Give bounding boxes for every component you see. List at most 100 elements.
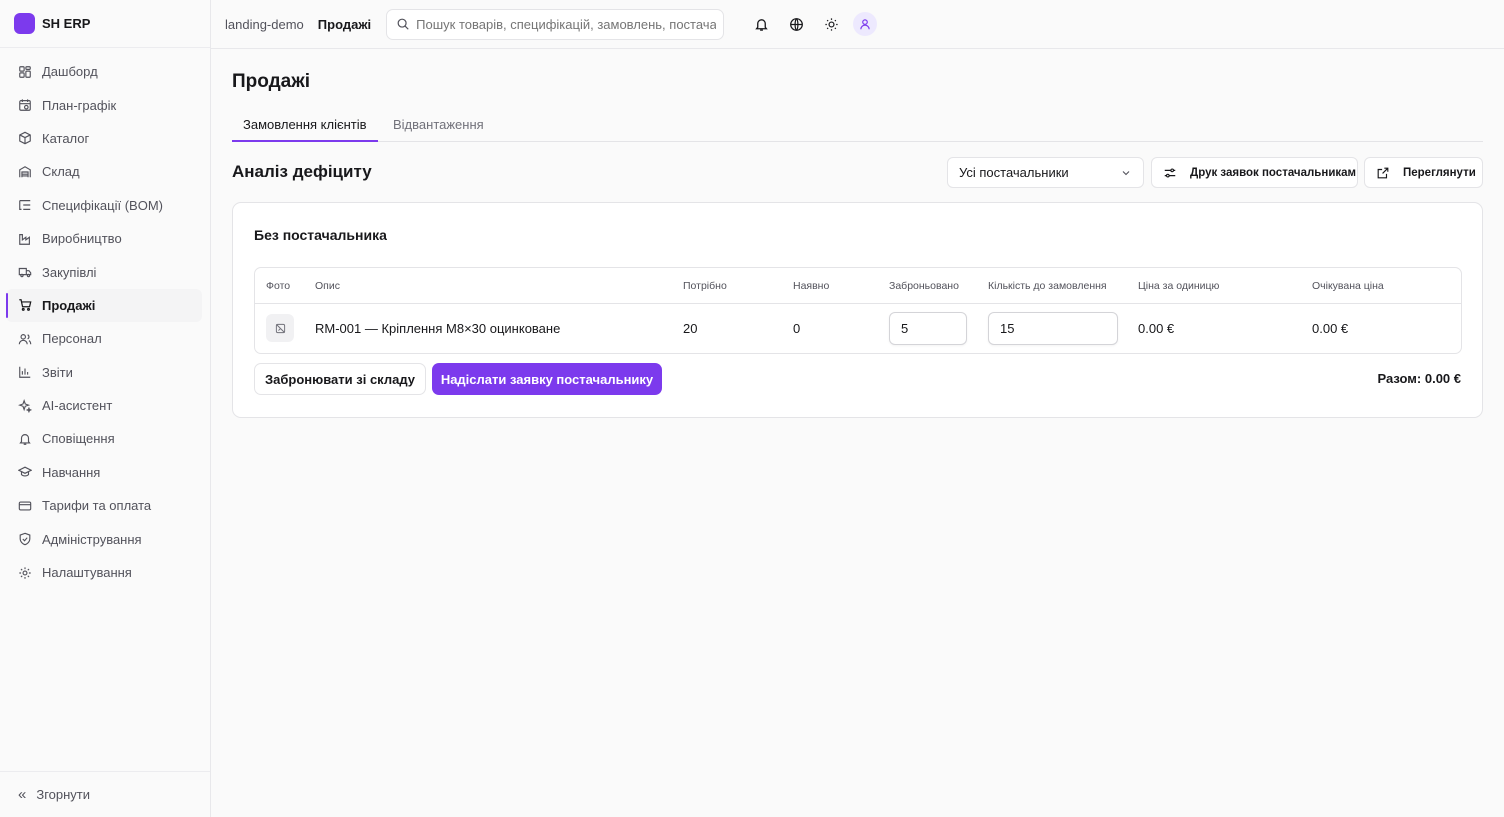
sidebar-item-label: Адміністрування (42, 531, 142, 547)
sidebar-item-reports[interactable]: Звіти (0, 356, 210, 389)
column-header-order-qty: Кількість до замовлення (988, 280, 1107, 292)
sidebar-item-sales[interactable]: Продажі (6, 288, 202, 323)
column-header-reserved: Заброньовано (889, 280, 959, 292)
topbar: landing-demo Продажі (211, 0, 1504, 49)
item-available: 0 (793, 321, 801, 336)
sidebar-nav: Дашборд План-графік Каталог Склад Специф… (0, 55, 210, 589)
supplier-select[interactable]: Усі постачальники (947, 157, 1144, 188)
sidebar-item-label: Звіти (42, 364, 73, 380)
table-row: RM-001 — Кріплення М8×30 оцинковане 20 0… (255, 304, 1461, 354)
topbar-actions (744, 11, 878, 37)
sidebar-item-dashboard[interactable]: Дашборд (0, 55, 210, 88)
bell-icon (18, 432, 32, 446)
sidebar-item-label: Виробництво (42, 231, 122, 247)
sidebar-item-schedule[interactable]: План-графік (0, 88, 210, 121)
column-header-needed: Потрібно (683, 280, 727, 292)
sidebar-item-label: Налаштування (42, 565, 132, 581)
sidebar-item-label: Каталог (42, 130, 90, 146)
tab-shipments[interactable]: Відвантаження (393, 107, 484, 142)
sidebar-item-label: Дашборд (42, 64, 98, 80)
item-expected-price: 0.00 € (1312, 321, 1349, 336)
sidebar-item-warehouse[interactable]: Склад (0, 155, 210, 188)
send-supplier-request-button[interactable]: Надіслати заявку постачальнику (432, 363, 662, 395)
column-header-available: Наявно (793, 280, 830, 292)
sidebar-item-catalog[interactable]: Каталог (0, 122, 210, 155)
collapse-label: Згорнути (36, 787, 91, 802)
order-quantity-input[interactable] (988, 312, 1118, 345)
group-title: Без постачальника (254, 227, 387, 243)
chevrons-left-icon: « (18, 786, 27, 803)
truck-icon (18, 265, 32, 279)
warehouse-icon (18, 165, 32, 179)
brand-logo (14, 13, 35, 34)
sidebar-item-purchasing[interactable]: Закупівлі (0, 255, 210, 288)
gear-icon (18, 566, 32, 580)
sidebar-item-notifications[interactable]: Сповіщення (0, 422, 210, 455)
notifications-button[interactable] (744, 11, 779, 37)
shield-check-icon (18, 532, 32, 546)
search-box[interactable] (386, 8, 725, 40)
sidebar-item-production[interactable]: Виробництво (0, 222, 210, 255)
sidebar-item-ai-assistant[interactable]: AI-асистент (0, 389, 210, 422)
tabs: Замовлення клієнтів Відвантаження (232, 107, 1483, 142)
sidebar-item-bom[interactable]: Специфікації (BOM) (0, 189, 210, 222)
product-photo-placeholder (266, 314, 294, 342)
sidebar-item-staff[interactable]: Персонал (0, 322, 210, 355)
sidebar-item-label: Сповіщення (42, 431, 115, 447)
sidebar-item-label: Персонал (42, 331, 102, 347)
item-unit-price: 0.00 € (1138, 321, 1175, 336)
sun-icon (825, 17, 838, 31)
column-header-photo: Фото (266, 280, 291, 292)
search-input[interactable] (416, 16, 717, 32)
reserve-from-stock-button[interactable]: Забронювати зі складу (254, 363, 426, 395)
sliders-icon (1164, 167, 1176, 178)
brand[interactable]: SH ERP (0, 0, 210, 48)
sidebar-item-label: План-графік (42, 97, 117, 113)
view-button-label: Переглянути (1403, 166, 1476, 179)
sidebar-item-label: Закупівлі (42, 264, 97, 280)
external-link-icon (1377, 167, 1389, 178)
sidebar-item-settings[interactable]: Налаштування (0, 556, 210, 589)
breadcrumb-section: Продажі (317, 16, 372, 32)
page-title: Продажі (232, 71, 310, 92)
sidebar-item-label: Тарифи та оплата (42, 498, 152, 514)
dashboard-icon (18, 65, 32, 79)
factory-icon (18, 232, 32, 246)
column-header-description: Опис (315, 280, 340, 292)
user-icon (860, 19, 870, 30)
sparkles-icon (18, 398, 32, 413)
cart-icon (18, 298, 32, 312)
theme-toggle-button[interactable] (814, 11, 849, 37)
group-total: Разом: 0.00 € (1377, 371, 1462, 386)
collapse-sidebar-button[interactable]: « Згорнути (0, 771, 210, 817)
sidebar-item-billing[interactable]: Тарифи та оплата (0, 489, 210, 522)
supplier-group-card: Без постачальника Фото Опис Потрібно Ная… (232, 202, 1483, 418)
search-icon (397, 18, 409, 30)
sidebar: SH ERP Дашборд План-графік Каталог Склад… (0, 0, 211, 817)
language-button[interactable] (779, 11, 814, 37)
bar-chart-icon (18, 365, 32, 379)
sidebar-item-label: AI-асистент (42, 398, 113, 414)
sidebar-item-admin[interactable]: Адміністрування (0, 522, 210, 555)
tab-customer-orders[interactable]: Замовлення клієнтів (232, 107, 378, 142)
sidebar-item-label: Продажі (42, 297, 96, 313)
item-needed: 20 (683, 321, 698, 336)
supplier-select-value: Усі постачальники (959, 165, 1069, 180)
section-title: Аналіз дефіциту (232, 162, 372, 181)
sidebar-item-label: Специфікації (BOM) (42, 197, 163, 213)
bell-icon (755, 18, 768, 31)
avatar[interactable] (853, 12, 878, 36)
print-button-label: Друк заявок постачальникам (1190, 166, 1357, 179)
deficit-table: Фото Опис Потрібно Наявно Заброньовано К… (254, 267, 1462, 354)
sidebar-item-label: Навчання (42, 464, 101, 480)
column-header-expected-price: Очікувана ціна (1312, 280, 1384, 292)
table-header: Фото Опис Потрібно Наявно Заброньовано К… (255, 268, 1461, 304)
view-button[interactable]: Переглянути (1364, 157, 1483, 188)
sidebar-item-label: Склад (42, 164, 80, 180)
print-supplier-requests-button[interactable]: Друк заявок постачальникам (1151, 157, 1358, 188)
reserved-quantity-input[interactable] (889, 312, 967, 345)
breadcrumb-workspace[interactable]: landing-demo (225, 17, 304, 32)
sidebar-item-training[interactable]: Навчання (0, 456, 210, 489)
image-off-icon (275, 323, 285, 333)
column-header-unit-price: Ціна за одиницю (1138, 280, 1220, 292)
